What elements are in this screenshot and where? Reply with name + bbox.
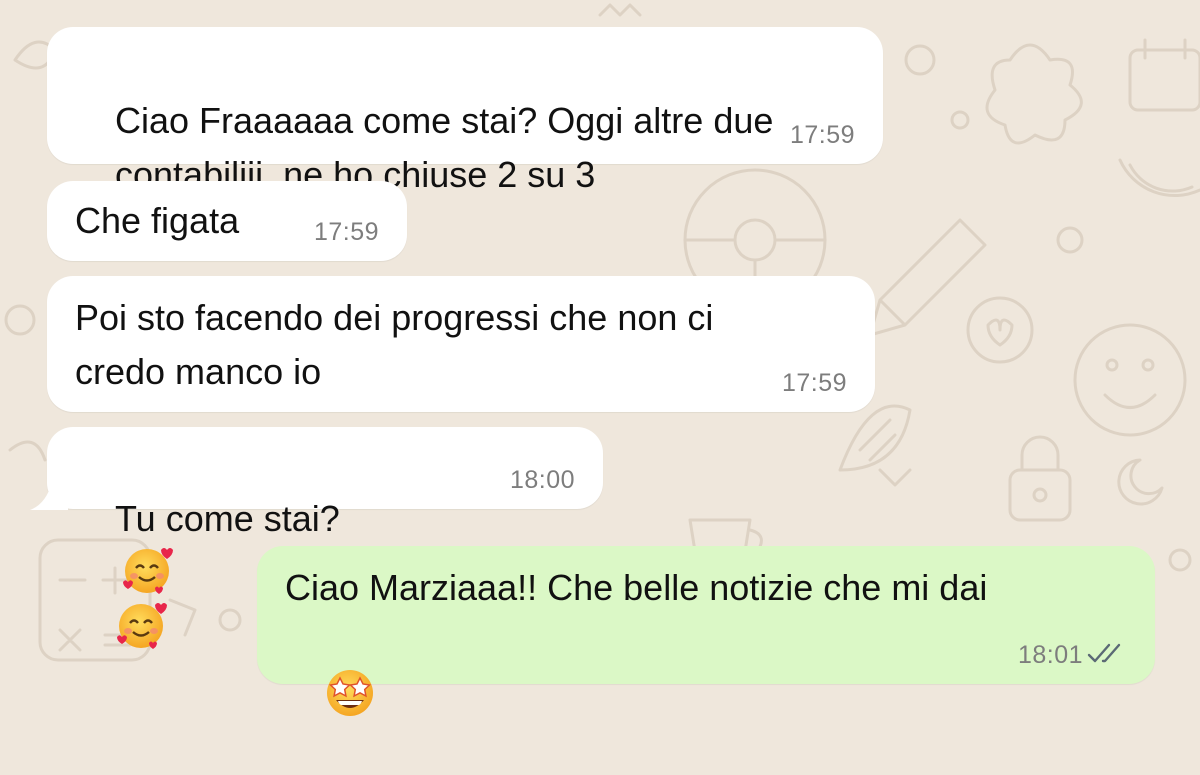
message-bubble-incoming[interactable]: Ciao Fraaaaaa come stai? Oggi altre due … xyxy=(47,27,883,250)
message-line: Tu come stai? xyxy=(115,498,340,539)
corn-doodle xyxy=(838,404,912,472)
message-text: credo manco io xyxy=(75,351,322,392)
message-text: Ciao Marziaaa!! Che belle notizie che mi… xyxy=(285,567,988,608)
incoming-bubble-tail xyxy=(30,482,68,510)
message-timestamp: 17:59 xyxy=(313,218,379,246)
smiling-face-with-hearts-emoji-icon xyxy=(123,548,174,595)
smiley-doodle xyxy=(1073,323,1187,437)
watermelon-doodle xyxy=(1118,158,1200,198)
heart-doodle xyxy=(966,296,1034,364)
moon-doodle xyxy=(1117,458,1164,506)
message-bubble-outgoing[interactable]: Ciao Marziaaa!! Che belle notizie che mi… xyxy=(257,546,1155,717)
flower-doodle xyxy=(985,43,1083,145)
message-bubble-incoming[interactable]: Poi sto facendo dei progressi che non ci… xyxy=(47,276,875,412)
calendar-doodle xyxy=(1128,38,1200,112)
message-text: Poi sto facendo dei progressi che non ci xyxy=(75,297,714,338)
message-bubble-incoming[interactable]: Tu come stai? 18:00 xyxy=(47,427,603,649)
read-double-check-icon xyxy=(1087,643,1121,663)
message-timestamp: 17:59 xyxy=(789,121,855,149)
message-timestamp: 17:59 xyxy=(781,369,847,397)
message-timestamp: 18:00 xyxy=(509,466,575,494)
message-bubble-incoming[interactable]: Che figata 17:59 xyxy=(47,181,407,261)
pencil-doodle xyxy=(868,218,987,337)
message-timestamp: 18:01 xyxy=(1017,641,1083,669)
message-text: Che figata xyxy=(75,200,240,241)
lock-doodle xyxy=(1008,435,1072,522)
star-struck-emoji-icon xyxy=(327,670,374,717)
message-text xyxy=(283,616,377,775)
smiling-face-with-hearts-emoji-icon xyxy=(117,602,168,649)
